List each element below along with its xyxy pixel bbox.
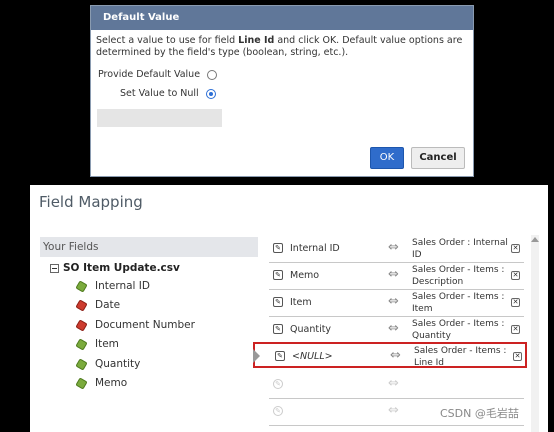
option-provide-default[interactable]: Provide Default Value (98, 69, 218, 80)
mapping-row-empty[interactable]: ✎ ⇔ (269, 371, 524, 399)
edit-icon[interactable]: ✎ (273, 270, 283, 280)
edit-icon: ✎ (273, 406, 283, 416)
field-label: Quantity (95, 358, 141, 370)
green-tag-icon (75, 357, 88, 371)
mapping-destination: Sales Order : Internal ID (412, 238, 508, 260)
message-prefix: Select a value to use for field (96, 35, 239, 46)
edit-icon: ✎ (273, 379, 283, 389)
field-item-document-number[interactable]: Document Number (75, 318, 195, 332)
radio-set-null[interactable] (205, 88, 216, 99)
message-field-name: Line Id (238, 35, 275, 46)
remove-icon[interactable]: ✕ (513, 352, 522, 361)
double-arrow-icon: ⇔ (388, 403, 399, 418)
edit-icon[interactable]: ✎ (275, 351, 285, 361)
double-arrow-icon: ⇔ (388, 267, 399, 282)
edit-icon[interactable]: ✎ (273, 324, 283, 334)
field-mapping-panel: Field Mapping Your Fields SO Item Update… (30, 185, 548, 432)
remove-icon[interactable]: ✕ (511, 298, 520, 307)
option-set-null[interactable]: Set Value to Null (120, 88, 216, 99)
double-arrow-icon: ⇔ (388, 376, 399, 391)
field-item-internal-id[interactable]: Internal ID (75, 279, 150, 293)
file-name: SO Item Update.csv (63, 262, 180, 274)
mapping-source: Internal ID (290, 243, 340, 254)
collapse-icon[interactable] (50, 263, 59, 273)
dialog-message: Select a value to use for field Line Id … (91, 30, 463, 59)
double-arrow-icon: ⇔ (388, 321, 399, 336)
mapping-source: Item (290, 297, 312, 308)
red-tag-icon (75, 318, 88, 332)
remove-icon[interactable]: ✕ (511, 271, 520, 280)
option-provide-label: Provide Default Value (98, 69, 201, 80)
remove-icon[interactable]: ✕ (511, 325, 520, 334)
field-label: Memo (95, 377, 128, 389)
drag-left-arrow-icon (253, 349, 260, 363)
radio-provide-default[interactable] (207, 69, 218, 80)
panel-title: Field Mapping (39, 193, 143, 211)
mapping-destination: Sales Order - Items : Item (412, 292, 505, 314)
dialog-title: Default Value (91, 6, 473, 30)
field-item-item[interactable]: Item (75, 337, 119, 351)
mapping-row[interactable]: ✎ Item ⇔ Sales Order - Items : Item ✕ (269, 289, 524, 317)
field-item-date[interactable]: Date (75, 298, 121, 312)
red-tag-icon (75, 298, 88, 312)
double-arrow-icon: ⇔ (388, 240, 399, 255)
edit-icon[interactable]: ✎ (273, 243, 283, 253)
mapping-destination: Sales Order - Items : Quantity (412, 319, 505, 341)
cancel-button[interactable]: Cancel (411, 147, 465, 169)
green-tag-icon (75, 279, 88, 293)
mapping-source: Quantity (290, 324, 332, 335)
file-node[interactable]: SO Item Update.csv (50, 262, 180, 274)
mapping-destination: Sales Order - Items : Line Id (414, 346, 507, 368)
ok-button[interactable]: OK (370, 147, 404, 169)
default-value-input[interactable] (97, 109, 222, 127)
scroll-up-icon[interactable] (531, 237, 539, 242)
option-null-label: Set Value to Null (120, 88, 199, 99)
double-arrow-icon: ⇔ (390, 348, 401, 363)
mapping-source: <NULL> (292, 351, 333, 362)
mapping-row[interactable]: ✎ Quantity ⇔ Sales Order - Items : Quant… (269, 316, 524, 344)
green-tag-icon (75, 337, 88, 351)
mapping-destination: Sales Order - Items : Description (412, 265, 505, 287)
mapping-row[interactable]: ✎ Memo ⇔ Sales Order - Items : Descripti… (269, 262, 524, 290)
mapping-list: ✎ Internal ID ⇔ Sales Order : Internal I… (253, 235, 548, 432)
mapping-row[interactable]: ✎ Internal ID ⇔ Sales Order : Internal I… (269, 235, 524, 263)
field-item-memo[interactable]: Memo (75, 376, 128, 390)
double-arrow-icon: ⇔ (388, 294, 399, 309)
field-label: Document Number (95, 319, 195, 331)
edit-icon[interactable]: ✎ (273, 297, 283, 307)
mapping-source: Memo (290, 270, 320, 281)
mapping-row-selected[interactable]: ✎ <NULL> ⇔ Sales Order - Items : Line Id… (253, 342, 527, 368)
watermark: CSDN @毛岩喆 (440, 407, 519, 420)
default-value-dialog: Default Value Select a value to use for … (90, 5, 474, 177)
field-label: Date (95, 299, 121, 311)
field-label: Internal ID (95, 280, 150, 292)
field-label: Item (95, 338, 119, 350)
green-tag-icon (75, 376, 88, 390)
scrollbar[interactable] (531, 235, 539, 432)
field-item-quantity[interactable]: Quantity (75, 357, 141, 371)
your-fields-header: Your Fields (40, 237, 258, 257)
remove-icon[interactable]: ✕ (511, 244, 520, 253)
